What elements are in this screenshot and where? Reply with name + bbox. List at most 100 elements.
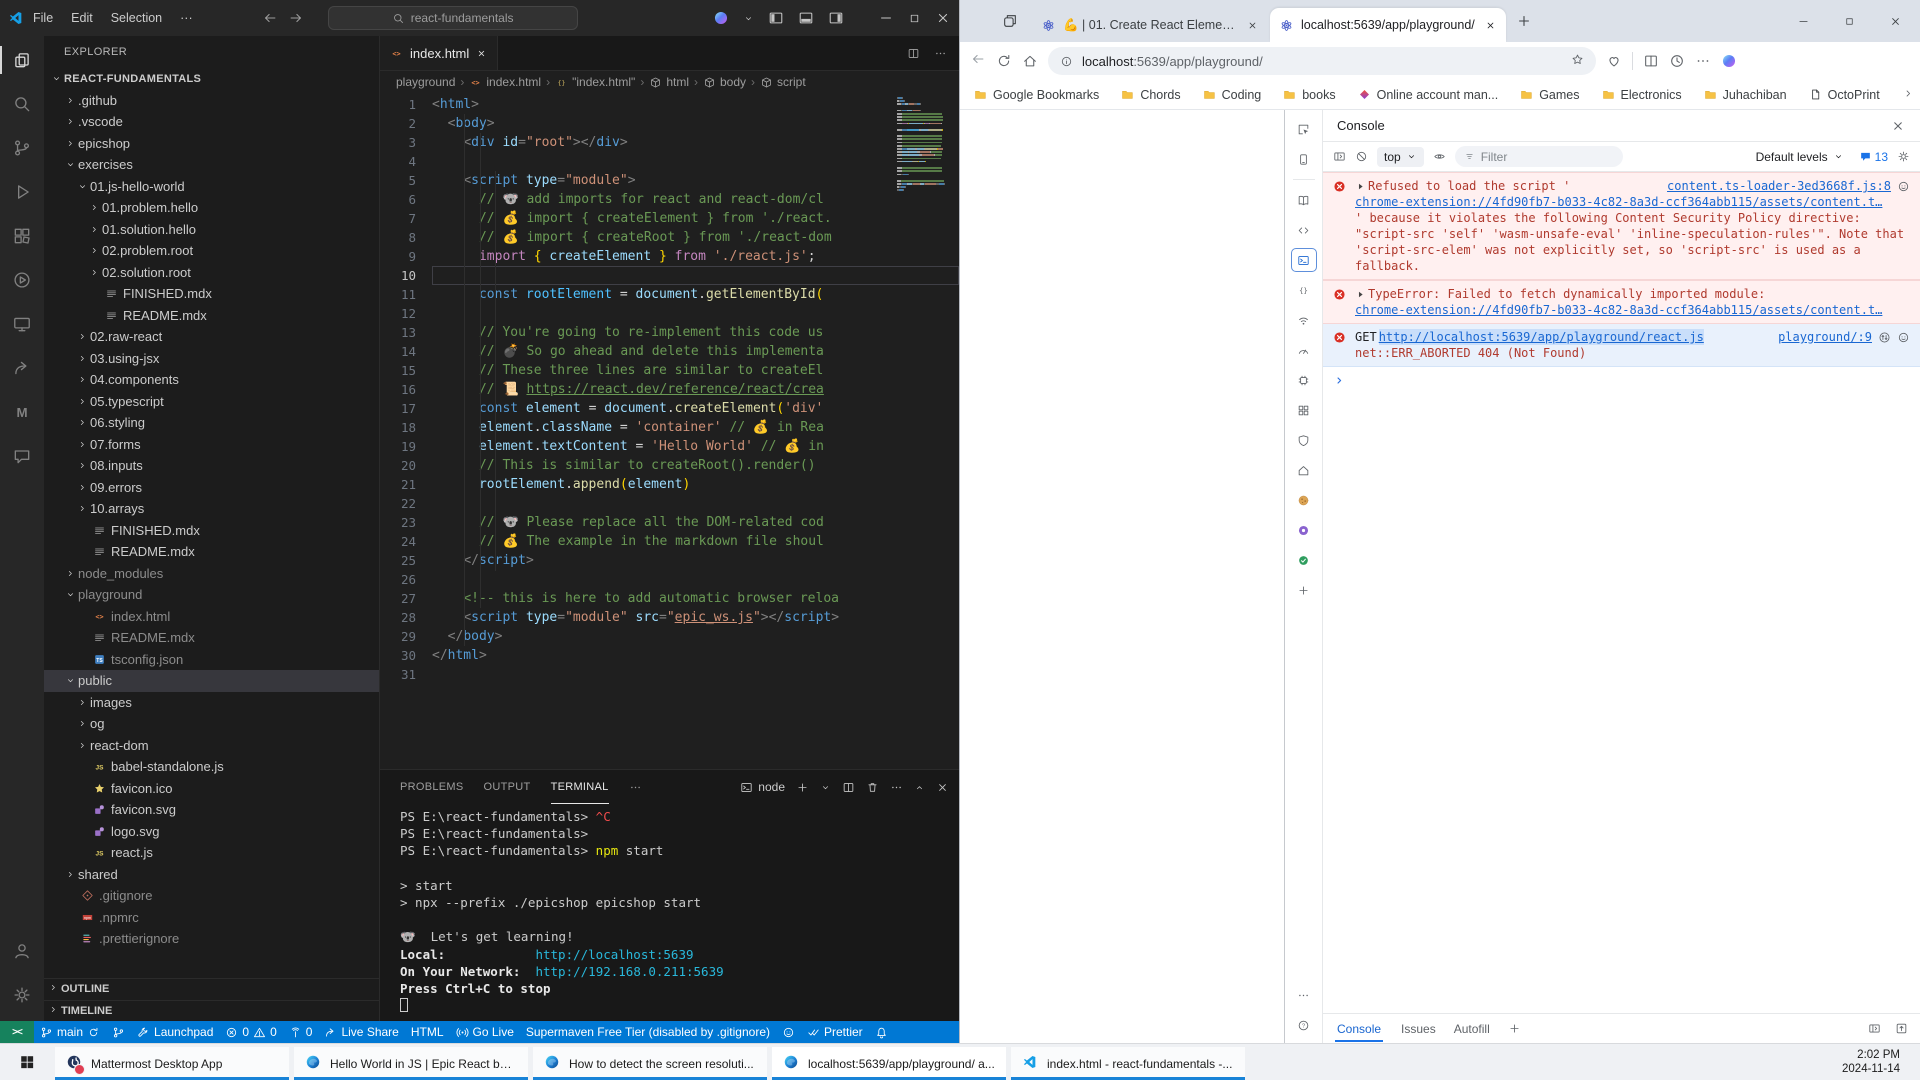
panel-tab-problems[interactable]: PROBLEMS	[400, 770, 464, 804]
activitybar-source-control[interactable]	[0, 126, 44, 170]
expand-message-icon[interactable]	[1355, 289, 1366, 300]
explain-with-copilot-icon[interactable]	[1897, 180, 1910, 193]
tree-item-public[interactable]: public	[44, 670, 379, 692]
devtools-tool-memory[interactable]	[1291, 368, 1317, 392]
start-button[interactable]	[4, 1044, 50, 1080]
tree-item-07.forms[interactable]: 07.forms	[44, 434, 379, 456]
tree-item-FINISHED.mdx[interactable]: FINISHED.mdx	[44, 520, 379, 542]
devtools-tool-extension-tool-2[interactable]	[1291, 548, 1317, 572]
statusbar-language-mode[interactable]: HTML	[405, 1021, 450, 1043]
devtools-tool-add-tools[interactable]	[1291, 578, 1317, 602]
new-tab-button[interactable]	[1516, 13, 1532, 29]
command-center-search[interactable]: react-fundamentals	[328, 6, 578, 30]
bookmark-OctoPrint[interactable]: OctoPrint	[1809, 88, 1880, 102]
bookmark-Online account man...[interactable]: Online account man...	[1358, 88, 1499, 102]
panel-more-tabs[interactable]	[629, 770, 642, 804]
close-panel-icon[interactable]	[936, 781, 949, 794]
back-arrow-icon[interactable]	[262, 10, 278, 26]
menu-edit[interactable]: Edit	[62, 11, 102, 25]
tree-item-.vscode[interactable]: .vscode	[44, 111, 379, 133]
log-levels-selector[interactable]: Default levels	[1756, 150, 1844, 164]
panel-tab-terminal[interactable]: TERMINAL	[551, 770, 609, 804]
tree-item-shared[interactable]: shared	[44, 864, 379, 886]
statusbar-git-branch[interactable]: main	[34, 1021, 106, 1043]
tree-item-playground[interactable]: playground	[44, 584, 379, 606]
tree-item-README.mdx[interactable]: README.mdx	[44, 627, 379, 649]
taskbar-app-0[interactable]: Mattermost Desktop App	[55, 1047, 289, 1080]
tree-item-.gitignore[interactable]: .gitignore	[44, 885, 379, 907]
activitybar-search[interactable]	[0, 82, 44, 126]
expand-drawer-icon[interactable]	[1895, 1022, 1908, 1035]
profile-avatar[interactable]: 2	[974, 11, 994, 31]
editor-tab-index-html[interactable]: <> index.html	[380, 36, 498, 70]
home-button-icon[interactable]	[1022, 53, 1038, 69]
minimap[interactable]	[897, 97, 947, 196]
tree-item-exercises[interactable]: exercises	[44, 154, 379, 176]
bookmark-Juhachiban[interactable]: Juhachiban	[1704, 88, 1787, 102]
devtools-tool-security[interactable]	[1291, 428, 1317, 452]
tree-item-FINISHED.mdx[interactable]: FINISHED.mdx	[44, 283, 379, 305]
taskbar-app-4[interactable]: index.html - react-fundamentals -...	[1011, 1047, 1245, 1080]
tree-item-index.html[interactable]: <>index.html	[44, 606, 379, 628]
kill-terminal-icon[interactable]	[866, 781, 879, 794]
tree-item-babel-standalone.js[interactable]: JSbabel-standalone.js	[44, 756, 379, 778]
refresh-button-icon[interactable]	[996, 53, 1012, 69]
activitybar-extensions[interactable]	[0, 214, 44, 258]
console-message-2[interactable]: GET http://localhost:5639/app/playground…	[1323, 324, 1920, 367]
source-link[interactable]: playground/:9	[1778, 329, 1872, 345]
tree-item-.github[interactable]: .github	[44, 90, 379, 112]
tree-item-05.typescript[interactable]: 05.typescript	[44, 391, 379, 413]
expand-message-icon[interactable]	[1355, 181, 1366, 192]
browser-essentials-icon[interactable]	[1606, 53, 1622, 69]
breadcrumb-item[interactable]: html	[649, 75, 689, 89]
devtools-tool-extension-tool[interactable]	[1291, 518, 1317, 542]
bookmark-Games[interactable]: Games	[1520, 88, 1579, 102]
minimize-window-icon[interactable]	[878, 10, 894, 26]
browser-tab-0[interactable]: 💪 | 01. Create React Elements | 0	[1032, 8, 1268, 42]
forward-arrow-icon[interactable]	[288, 10, 304, 26]
statusbar-supermaven[interactable]: Supermaven Free Tier (disabled by .gitig…	[520, 1021, 776, 1043]
tree-item-01.js-hello-world[interactable]: 01.js-hello-world	[44, 176, 379, 198]
console-message-1[interactable]: TypeError: Failed to fetch dynamically i…	[1323, 280, 1920, 324]
activitybar-explorer[interactable]	[0, 38, 44, 82]
devtools-more-tools[interactable]	[1291, 983, 1317, 1007]
breadcrumb-item[interactable]: playground	[396, 75, 455, 89]
devtools-tool-inspect[interactable]	[1291, 117, 1317, 141]
menu-···[interactable]: ···	[171, 11, 202, 25]
tree-item-REACT-FUNDAMENTALS[interactable]: REACT-FUNDAMENTALS	[44, 68, 379, 90]
bookmarks-overflow[interactable]	[1902, 87, 1915, 103]
close-tab-icon[interactable]	[476, 48, 487, 59]
extension-link[interactable]: chrome-extension://4fd90fb7-b033-4c82-8a…	[1355, 303, 1882, 317]
tree-item-04.components[interactable]: 04.components	[44, 369, 379, 391]
history-icon[interactable]	[1669, 53, 1685, 69]
close-window-icon[interactable]	[935, 10, 951, 26]
tree-item-tsconfig.json[interactable]: TStsconfig.json	[44, 649, 379, 671]
tree-item-node_modules[interactable]: node_modules	[44, 563, 379, 585]
tree-item-02.solution.root[interactable]: 02.solution.root	[44, 262, 379, 284]
close-tab-icon[interactable]	[1247, 20, 1258, 31]
sidebar-section-timeline[interactable]: TIMELINE	[44, 1000, 379, 1022]
activitybar-live-share[interactable]	[0, 346, 44, 390]
copilot-icon[interactable]	[713, 10, 729, 26]
split-editor-icon[interactable]	[907, 47, 920, 60]
drawer-tab-console[interactable]: Console	[1335, 1016, 1383, 1042]
clear-console-icon[interactable]	[1355, 150, 1368, 163]
maximize-browser-icon[interactable]	[1830, 5, 1868, 37]
explain-with-copilot-icon[interactable]	[1897, 331, 1910, 344]
activitybar-run-debug[interactable]	[0, 170, 44, 214]
console-message-0[interactable]: Refused to load the script 'content.ts-l…	[1323, 172, 1920, 280]
terminal-profile[interactable]: node	[740, 780, 785, 794]
bookmark-Coding[interactable]: Coding	[1203, 88, 1262, 102]
menu-selection[interactable]: Selection	[102, 11, 171, 25]
editor-more-actions-icon[interactable]	[934, 47, 947, 60]
devtools-tool-welcome[interactable]	[1291, 188, 1317, 212]
statusbar-ports[interactable]: 0	[283, 1021, 319, 1043]
taskbar-app-1[interactable]: Hello World in JS | Epic React by K...	[294, 1047, 528, 1080]
taskbar-app-3[interactable]: localhost:5639/app/playground/ a...	[772, 1047, 1006, 1080]
devtools-tool-cookies-tool[interactable]	[1291, 488, 1317, 512]
console-filter-input[interactable]: Filter	[1455, 146, 1623, 167]
close-browser-icon[interactable]	[1876, 5, 1914, 37]
devtools-help[interactable]: ?	[1291, 1013, 1317, 1037]
back-button-icon[interactable]	[970, 51, 986, 67]
breadcrumb-item[interactable]: <>index.html	[469, 75, 541, 89]
